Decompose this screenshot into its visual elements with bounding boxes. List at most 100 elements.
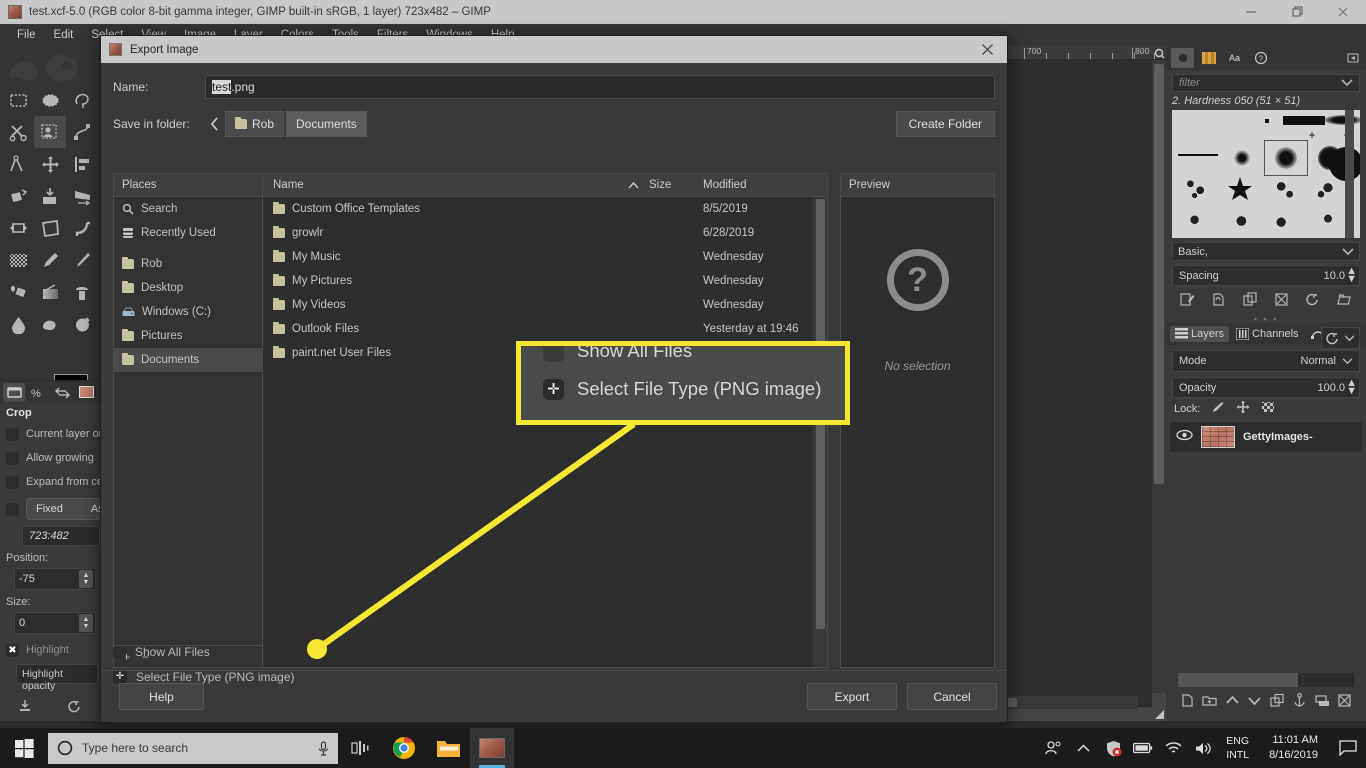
place-rob[interactable]: Rob [114,252,262,276]
tool-clone[interactable] [66,276,98,308]
chevron-down-icon[interactable] [1342,357,1353,365]
chevron-down-icon[interactable] [1344,334,1355,342]
open-brush-as-image-icon[interactable] [1337,292,1352,312]
save-tool-preset-icon[interactable] [18,699,32,718]
spacing-stepper[interactable]: ▲ ▼ [1346,266,1357,285]
tool-bucket-fill[interactable] [2,276,34,308]
layer-visibility-icon[interactable] [1176,428,1193,446]
tool-ellipse-select[interactable] [34,84,66,116]
brush-grid[interactable]: + + [1172,110,1360,238]
navigation-preview-icon[interactable] [1152,707,1166,721]
brush-preset-dropdown[interactable]: Basic, [1172,242,1360,261]
edit-brush-icon[interactable] [1180,292,1195,312]
reset-mode-icon[interactable] [1326,331,1340,345]
device-status-tab[interactable]: % [27,383,49,402]
layer-dock-slider[interactable] [1178,673,1354,687]
option-allow-growing[interactable]: Allow growing [0,446,100,470]
tool-dodge-burn[interactable] [66,308,98,340]
new-group-icon[interactable] [1202,693,1217,713]
show-all-files-checkbox[interactable] [113,645,126,659]
brush-star[interactable] [1218,172,1262,206]
task-view-button[interactable] [338,728,382,768]
new-layer-icon[interactable] [1180,693,1195,713]
option-current-layer-only[interactable]: Current layer on [0,422,105,446]
tool-paintbrush[interactable] [66,244,98,276]
image-tab[interactable] [75,383,97,402]
tool-paths[interactable] [66,116,98,148]
tool-smudge[interactable] [34,308,66,340]
size-w-input[interactable]: 0 ▲ ▼ [14,612,96,634]
tool-options-tab[interactable] [3,382,25,402]
tool-checker-pattern[interactable] [2,244,34,276]
refresh-brushes-icon[interactable] [1305,292,1320,312]
file-list-scrollbar[interactable] [813,197,827,667]
duplicate-brush-icon[interactable] [1243,292,1258,312]
brush-pixel[interactable] [1260,114,1274,128]
option-highlight[interactable]: ✖ Highlight [0,638,100,662]
maximize-button[interactable] [1274,0,1320,24]
minimize-button[interactable] [1228,0,1274,24]
taskbar-gimp[interactable] [470,728,514,768]
duplicate-layer-icon[interactable] [1270,693,1285,713]
tool-rect-select[interactable] [2,84,34,116]
file-row[interactable]: My Music Wednesday [263,245,827,269]
layer-opacity-input[interactable]: Opacity 100.0 ▲ ▼ [1172,377,1360,398]
position-x-stepper[interactable]: ▲ ▼ [79,570,93,588]
anchor-layer-icon[interactable] [1292,693,1307,713]
menu-edit[interactable]: Edit [45,29,83,41]
tool-measure[interactable] [2,148,34,180]
taskbar-file-explorer[interactable] [426,728,470,768]
export-button[interactable]: Export [807,683,897,710]
breadcrumb-back-icon[interactable] [205,111,223,137]
new-brush-icon[interactable] [1211,292,1226,312]
merge-down-icon[interactable] [1315,693,1330,713]
cancel-button[interactable]: Cancel [907,683,997,710]
tool-crop[interactable] [66,212,98,244]
tool-pencil[interactable] [34,244,66,276]
chevron-down-icon[interactable] [1342,247,1354,256]
lock-position-icon[interactable] [1236,400,1250,419]
document-history-tab[interactable]: ? [1249,48,1272,68]
volume-icon[interactable] [1188,728,1218,768]
fonts-tab[interactable]: Aa [1223,48,1246,68]
highlight-opacity-slider[interactable]: Highlight opacity [16,664,98,692]
tab-layers[interactable]: Layers [1170,326,1230,342]
layer-mode-dropdown[interactable]: Mode Normal [1172,350,1360,372]
tool-flip[interactable] [2,212,34,244]
brush-spacing-input[interactable]: Spacing 10.0 ▲ ▼ [1172,265,1360,286]
delete-brush-icon[interactable] [1274,292,1289,312]
microphone-icon[interactable] [318,740,329,756]
column-name[interactable]: Name [263,179,645,191]
tool-move[interactable] [34,148,66,180]
brush-ellipse[interactable] [1322,112,1360,128]
tool-foreground-select[interactable] [34,116,66,148]
place-pictures[interactable]: Pictures [114,324,262,348]
patterns-tab[interactable] [1197,48,1220,68]
canvas-vertical-thumb[interactable] [1154,64,1164,484]
tool-free-select[interactable] [66,84,98,116]
file-row[interactable]: My Pictures Wednesday [263,269,827,293]
brush-plus-1[interactable]: + [1305,128,1319,142]
brush-hardness-050-selected[interactable] [1264,140,1308,176]
place-windows-c[interactable]: Windows (C:) [114,300,262,324]
dialog-close-button[interactable] [967,36,1007,63]
opacity-stepper[interactable]: ▲ ▼ [1346,378,1357,397]
tool-cage-transform[interactable] [34,212,66,244]
brush-grid-scrollbar[interactable] [1345,110,1354,238]
battery-icon[interactable] [1128,728,1158,768]
column-size[interactable]: Size [645,179,697,191]
tool-gradient[interactable] [34,276,66,308]
current-layer-checkbox[interactable] [6,427,19,441]
option-expand-from-center[interactable]: Expand from cen [0,470,109,494]
breadcrumb-rob[interactable]: Rob [225,111,285,137]
brush-splatter-4[interactable] [1174,206,1218,236]
highlight-checkbox[interactable]: ✖ [6,643,19,657]
size-w-stepper[interactable]: ▲ ▼ [79,614,93,632]
undo-history-tab[interactable] [51,383,73,402]
dock-separator[interactable]: ▪ ▪ ▪ [1166,314,1366,324]
column-modified[interactable]: Modified [697,179,827,191]
show-all-files-option[interactable]: Show All Files [113,645,210,659]
brush-soft-small[interactable] [1220,146,1264,170]
tool-align[interactable] [66,148,98,180]
brush-splatter-5[interactable] [1218,206,1262,236]
